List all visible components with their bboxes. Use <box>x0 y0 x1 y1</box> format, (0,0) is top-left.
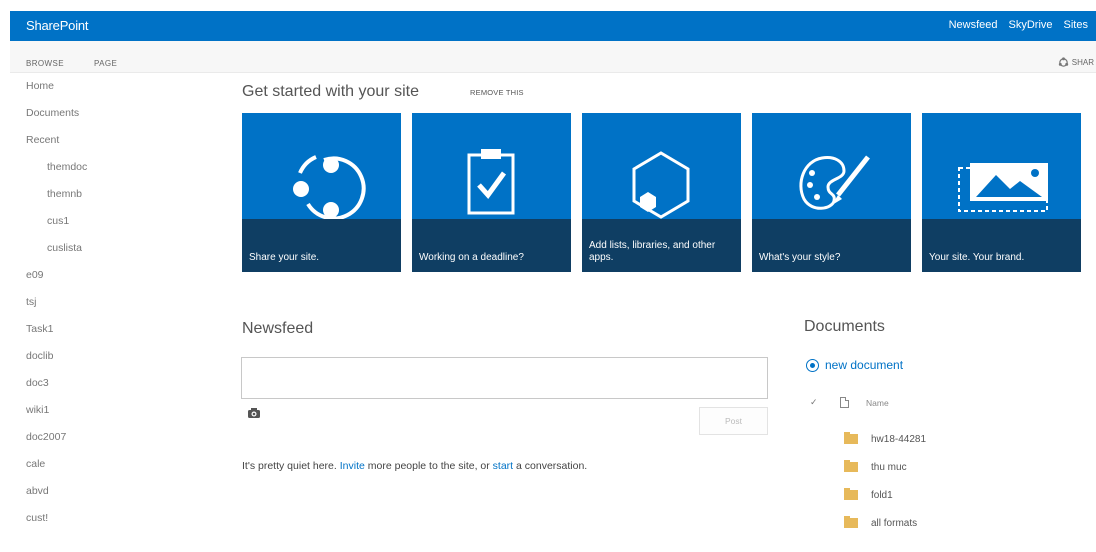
tile-add-apps[interactable]: Add lists, libraries, and other apps. <box>582 113 741 272</box>
file-name[interactable]: hw18-44281 <box>871 434 926 445</box>
select-all-check-icon[interactable]: ✓ <box>810 397 820 408</box>
nav-item-themdoc[interactable]: themdoc <box>26 157 216 184</box>
newsfeed-title: Newsfeed <box>242 320 314 337</box>
nav-item-recent[interactable]: Recent <box>26 130 216 157</box>
tile-caption: Your site. Your brand. <box>922 219 1081 272</box>
quiet-text: a conversation. <box>513 460 588 472</box>
nav-item-tsj[interactable]: tsj <box>26 292 216 319</box>
tile-working-deadline[interactable]: Working on a deadline? <box>412 113 571 272</box>
tile-whats-your-style[interactable]: What's your style? <box>752 113 911 272</box>
new-document-label: new document <box>825 358 904 372</box>
share-icon <box>1058 57 1068 67</box>
suite-link-skydrive[interactable]: SkyDrive <box>1009 19 1053 31</box>
folder-icon <box>844 516 858 528</box>
nav-item-abvd[interactable]: abvd <box>26 481 216 508</box>
tile-share-site[interactable]: Share your site. <box>242 113 401 272</box>
nav-item-e09[interactable]: e09 <box>26 265 216 292</box>
tile-caption: Share your site. <box>242 219 401 272</box>
documents-list: hw18-44281 thu muc fold1 all formats <box>844 425 926 537</box>
sharepoint-brand[interactable]: SharePoint <box>26 18 89 33</box>
nav-item-home[interactable]: Home <box>26 76 216 103</box>
get-started-title: Get started with your site <box>242 83 419 100</box>
suite-link-newsfeed[interactable]: Newsfeed <box>949 19 998 31</box>
nav-item-cale[interactable]: cale <box>26 454 216 481</box>
list-item[interactable]: thu muc <box>844 453 926 481</box>
start-conversation-link[interactable]: start <box>493 460 513 472</box>
nav-item-wiki1[interactable]: wiki1 <box>26 400 216 427</box>
nav-item-themnb[interactable]: themnb <box>26 184 216 211</box>
folder-icon <box>844 488 858 500</box>
tile-caption: Add lists, libraries, and other apps. <box>582 219 741 272</box>
tile-caption: What's your style? <box>752 219 911 272</box>
clipboard-check-icon <box>467 149 515 215</box>
suite-bar: SharePoint Newsfeed SkyDrive Sites <box>10 11 1096 41</box>
tile-caption: Working on a deadline? <box>412 219 571 272</box>
list-item[interactable]: fold1 <box>844 481 926 509</box>
folder-icon <box>844 432 858 444</box>
nav-item-doc3[interactable]: doc3 <box>26 373 216 400</box>
newsfeed-empty-message: It's pretty quiet here. Invite more peop… <box>242 460 587 472</box>
nav-item-doclib[interactable]: doclib <box>26 346 216 373</box>
newsfeed-post-input[interactable] <box>241 357 768 399</box>
quiet-text: It's pretty quiet here. <box>242 460 340 472</box>
nav-item-documents[interactable]: Documents <box>26 103 216 130</box>
left-nav: Home Documents Recent themdoc themnb cus… <box>26 76 216 535</box>
file-name[interactable]: all formats <box>871 518 917 529</box>
ribbon-tab-page[interactable]: PAGE <box>94 59 117 68</box>
suite-link-sites[interactable]: Sites <box>1064 19 1088 31</box>
picture-frame-icon <box>958 163 1048 212</box>
ribbon-bar: BROWSE PAGE SHAR <box>10 41 1096 73</box>
share-icon <box>293 155 366 219</box>
list-item[interactable]: hw18-44281 <box>844 425 926 453</box>
nav-item-cus1[interactable]: cus1 <box>26 211 216 238</box>
share-button[interactable]: SHAR <box>1058 57 1094 68</box>
suite-links: Newsfeed SkyDrive Sites <box>949 19 1088 31</box>
new-document-link[interactable]: new document <box>806 358 903 372</box>
nav-item-doc2007[interactable]: doc2007 <box>26 427 216 454</box>
share-label: SHAR <box>1071 58 1094 67</box>
file-name[interactable]: thu muc <box>871 462 907 473</box>
get-started-tiles: Share your site. Working on a deadline? … <box>242 113 1081 272</box>
file-type-icon <box>840 397 849 408</box>
tile-your-brand[interactable]: Your site. Your brand. <box>922 113 1081 272</box>
post-button[interactable]: Post <box>699 407 768 435</box>
folder-icon <box>844 460 858 472</box>
remove-this-link[interactable]: REMOVE THIS <box>470 88 524 97</box>
nav-item-task1[interactable]: Task1 <box>26 319 216 346</box>
palette-brush-icon <box>799 155 870 210</box>
ribbon-tab-browse[interactable]: BROWSE <box>26 59 64 68</box>
nav-item-cuslista[interactable]: cuslista <box>26 238 216 265</box>
documents-title: Documents <box>804 318 885 335</box>
invite-link[interactable]: Invite <box>340 460 365 472</box>
documents-header: ✓ Name <box>810 397 889 408</box>
nav-item-cust[interactable]: cust! <box>26 508 216 535</box>
add-circle-icon <box>806 358 819 372</box>
hexagon-apps-icon <box>632 151 690 219</box>
name-column-header[interactable]: Name <box>866 398 889 408</box>
camera-icon[interactable] <box>247 407 261 419</box>
file-name[interactable]: fold1 <box>871 490 893 501</box>
list-item[interactable]: all formats <box>844 509 926 537</box>
quiet-text: more people to the site, or <box>364 460 493 472</box>
